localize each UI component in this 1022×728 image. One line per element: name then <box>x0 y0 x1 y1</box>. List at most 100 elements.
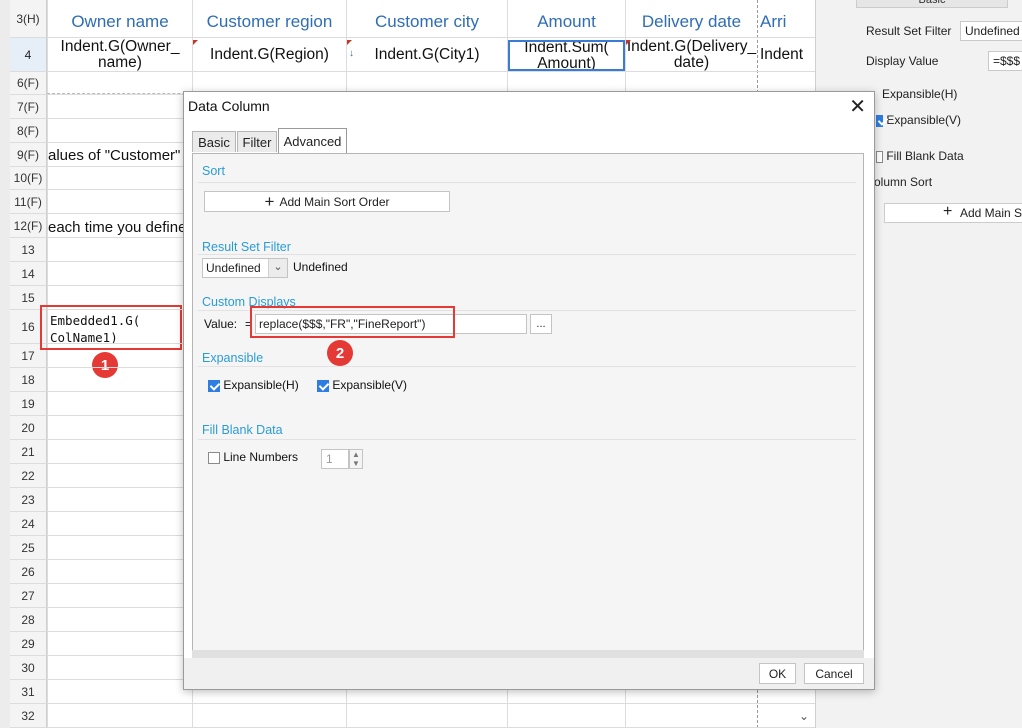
cell-arrival-formula[interactable]: Indent <box>760 38 815 72</box>
row-header[interactable]: 4 <box>10 38 47 72</box>
expansible-h-label: Expansible(H) <box>882 87 958 101</box>
checkbox-icon[interactable] <box>876 150 883 163</box>
cancel-button[interactable]: Cancel <box>804 663 864 684</box>
close-icon[interactable]: ✕ <box>849 94 866 119</box>
row-header[interactable]: 6(F) <box>10 72 47 95</box>
col-header-owner[interactable]: Owner name <box>48 2 192 42</box>
ok-button[interactable]: OK <box>759 663 796 684</box>
divider <box>198 182 856 183</box>
checkbox-icon[interactable] <box>208 379 220 392</box>
row-header[interactable]: 27 <box>10 584 47 608</box>
panel-expansible-h[interactable]: Expansible(H) <box>882 87 957 101</box>
divider <box>198 366 856 367</box>
row-header[interactable]: 31 <box>10 680 47 704</box>
row-header[interactable]: 18 <box>10 368 47 392</box>
checkbox-icon[interactable] <box>876 114 883 127</box>
dialog-footer: OK Cancel <box>184 658 874 689</box>
row-header[interactable]: 3(H) <box>10 0 47 38</box>
row-header[interactable]: 8(F) <box>10 119 47 143</box>
section-expansible-title: Expansible <box>202 351 264 365</box>
row-header[interactable]: 19 <box>10 392 47 416</box>
col-header-delivery[interactable]: Delivery date <box>626 2 757 42</box>
cell-mark-icon <box>347 40 352 45</box>
cell-delivery-formula[interactable]: Indent.G(Delivery_ date) <box>626 38 757 72</box>
checkbox-icon[interactable] <box>317 379 329 392</box>
add-main-sort-button[interactable]: + Add Main Sort Order <box>204 191 450 212</box>
expansible-h-option[interactable]: Expansible(H) <box>208 378 299 392</box>
row-header[interactable]: 28 <box>10 608 47 632</box>
panel-add-sort-label: Add Main S <box>960 206 1022 220</box>
value-label: Value: <box>204 317 238 331</box>
row-header[interactable]: 25 <box>10 536 47 560</box>
line-numbers-input[interactable]: 1 <box>321 449 349 469</box>
annotation-badge-1: 1 <box>92 352 118 378</box>
expansible-v-option[interactable]: Expansible(V) <box>317 378 407 392</box>
fill-blank-label: Fill Blank Data <box>886 149 964 163</box>
grid-line <box>47 703 815 704</box>
panel-add-sort-button[interactable]: + Add Main S <box>884 203 1022 223</box>
line-numbers-option[interactable]: Line Numbers <box>208 450 298 464</box>
tab-advanced[interactable]: Advanced <box>278 128 347 153</box>
row-header[interactable]: 21 <box>10 440 47 464</box>
col-header-city[interactable]: Customer city <box>347 2 507 42</box>
expansible-v-label: Expansible(V) <box>886 113 962 127</box>
cell-mark-icon <box>626 40 631 45</box>
filter-description: Undefined <box>293 260 348 274</box>
grid-line <box>47 71 815 72</box>
display-value-input[interactable]: =$$$ <box>988 51 1022 71</box>
advanced-panel: Sort + Add Main Sort Order Result Set Fi… <box>192 153 864 658</box>
tab-filter[interactable]: Filter <box>237 131 277 152</box>
display-value-label: Display Value <box>866 54 939 68</box>
plus-icon: + <box>264 191 275 211</box>
grid-line <box>47 0 48 728</box>
cell-region-formula[interactable]: Indent.G(Region) <box>193 38 346 72</box>
row-header[interactable]: 32 <box>10 704 47 728</box>
cell-owner-formula[interactable]: Indent.G(Owner_ name) <box>48 38 192 72</box>
divider <box>198 439 856 440</box>
row-header[interactable]: 30 <box>10 656 47 680</box>
expand-down-icon: ↓ <box>349 48 354 59</box>
row-header[interactable]: 24 <box>10 512 47 536</box>
expansible-h-text: Expansible(H) <box>223 378 299 392</box>
left-gutter <box>0 0 10 728</box>
horizontal-scrollbar[interactable] <box>192 650 864 658</box>
chevron-down-icon[interactable]: ⌄ <box>799 709 809 723</box>
row-header[interactable]: 26 <box>10 560 47 584</box>
section-sort-title: Sort <box>202 164 225 178</box>
row-header[interactable]: 13 <box>10 238 47 262</box>
plus-icon: + <box>943 203 953 220</box>
panel-tab-basic[interactable]: Basic <box>856 0 1008 8</box>
row-header[interactable]: 22 <box>10 464 47 488</box>
add-sort-label: Add Main Sort Order <box>279 194 390 209</box>
cell-text-customer: alues of "Customer" <box>48 147 181 164</box>
filter-select[interactable]: Undefined ⌄ <box>202 258 288 278</box>
result-set-filter-select[interactable]: Undefined <box>960 21 1022 41</box>
row-header[interactable]: 14 <box>10 262 47 286</box>
checkbox-icon[interactable] <box>208 451 220 464</box>
panel-fill-blank[interactable]: Fill Blank Data <box>876 149 964 163</box>
cell-mark-icon <box>193 40 198 45</box>
cell-city-formula[interactable]: Indent.G(City1) <box>347 38 507 72</box>
cell-amount-formula-selected[interactable]: Indent.Sum( Amount) <box>508 40 625 71</box>
row-header[interactable]: 11(F) <box>10 190 47 214</box>
col-header-region[interactable]: Customer region <box>193 2 346 42</box>
grid-line <box>47 37 815 38</box>
row-header[interactable]: 29 <box>10 632 47 656</box>
row-header[interactable]: 20 <box>10 416 47 440</box>
col-header-arrival[interactable]: Arri <box>760 2 815 42</box>
row-header[interactable]: 23 <box>10 488 47 512</box>
tab-basic[interactable]: Basic <box>192 131 236 152</box>
formula-editor-button[interactable]: ... <box>530 314 552 334</box>
row-header[interactable]: 10(F) <box>10 167 47 190</box>
col-header-amount[interactable]: Amount <box>508 2 625 42</box>
row-header[interactable]: 12(F) <box>10 214 47 238</box>
chevron-down-icon: ⌄ <box>268 259 287 277</box>
annotation-badge-2: 2 <box>327 340 353 366</box>
panel-expansible-v[interactable]: Expansible(V) <box>876 113 961 127</box>
row-header[interactable]: 7(F) <box>10 95 47 119</box>
highlight-box-2 <box>250 306 455 338</box>
row-header[interactable]: 9(F) <box>10 143 47 167</box>
dialog-title: Data Column <box>188 98 270 114</box>
spinner-arrows-icon[interactable]: ▲ ▼ <box>349 449 363 469</box>
expansible-v-text: Expansible(V) <box>332 378 408 392</box>
